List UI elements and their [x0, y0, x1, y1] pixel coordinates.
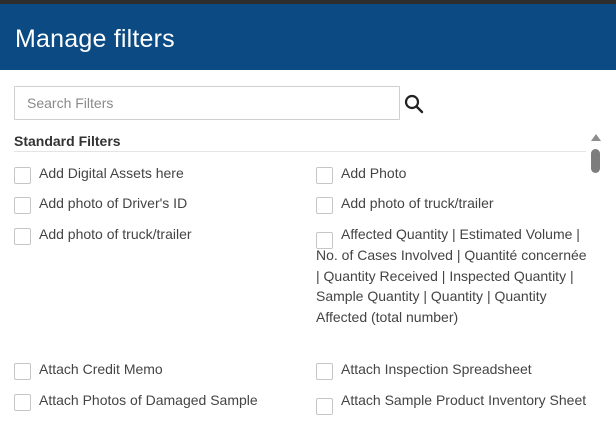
filter-label: Affected Quantity | Estimated Volume | N…: [316, 226, 586, 326]
section-divider: [14, 151, 586, 152]
filter-checkbox[interactable]: [14, 363, 31, 380]
scroll-thumb[interactable]: [591, 149, 600, 173]
filter-label: Add Digital Assets here: [39, 165, 184, 181]
filter-label: Attach Sample Product Inventory Sheet: [341, 392, 586, 408]
scrollbar[interactable]: [589, 134, 603, 432]
filter-label: Add photo of truck/trailer: [39, 226, 192, 242]
dialog-header: Manage filters: [0, 4, 616, 70]
section-title: Standard Filters: [14, 133, 121, 149]
filter-checkbox[interactable]: [316, 363, 333, 380]
filter-list: Add Digital Assets here Add Photo Add ph…: [14, 160, 586, 432]
filter-label: Add Photo: [341, 165, 407, 181]
filter-option[interactable]: Add Photo: [316, 163, 586, 184]
filter-checkbox[interactable]: [316, 167, 333, 184]
filter-checkbox[interactable]: [14, 228, 31, 245]
filter-label: Attach Photos of Damaged Sample: [39, 392, 258, 408]
filter-option[interactable]: Attach Credit Memo: [14, 359, 304, 380]
filter-option[interactable]: Attach Sample Product Inventory Sheet: [316, 390, 586, 432]
filter-label: Attach Credit Memo: [39, 361, 163, 377]
filter-label: Attach Inspection Spreadsheet: [341, 361, 532, 377]
search-input[interactable]: [14, 86, 400, 120]
dialog-title: Manage filters: [15, 25, 175, 53]
filter-checkbox[interactable]: [14, 167, 31, 184]
filter-option[interactable]: Attach Photos of Damaged Sample: [14, 390, 304, 411]
filter-checkbox[interactable]: [14, 197, 31, 214]
filter-option[interactable]: Add photo of Driver's ID: [14, 193, 304, 214]
search-icon[interactable]: [404, 94, 424, 114]
filter-label: Add photo of Driver's ID: [39, 195, 188, 211]
filter-option[interactable]: Attach Inspection Spreadsheet: [316, 359, 586, 380]
scroll-up-arrow-icon[interactable]: [591, 134, 601, 141]
filter-checkbox[interactable]: [14, 394, 31, 411]
filter-label: Add photo of truck/trailer: [341, 195, 494, 211]
filter-option[interactable]: Add Digital Assets here: [14, 163, 304, 184]
filter-option[interactable]: Add photo of truck/trailer: [14, 224, 304, 245]
filter-option[interactable]: Add photo of truck/trailer: [316, 193, 586, 214]
filter-option[interactable]: Affected Quantity | Estimated Volume | N…: [316, 224, 586, 350]
filter-checkbox[interactable]: [316, 197, 333, 214]
